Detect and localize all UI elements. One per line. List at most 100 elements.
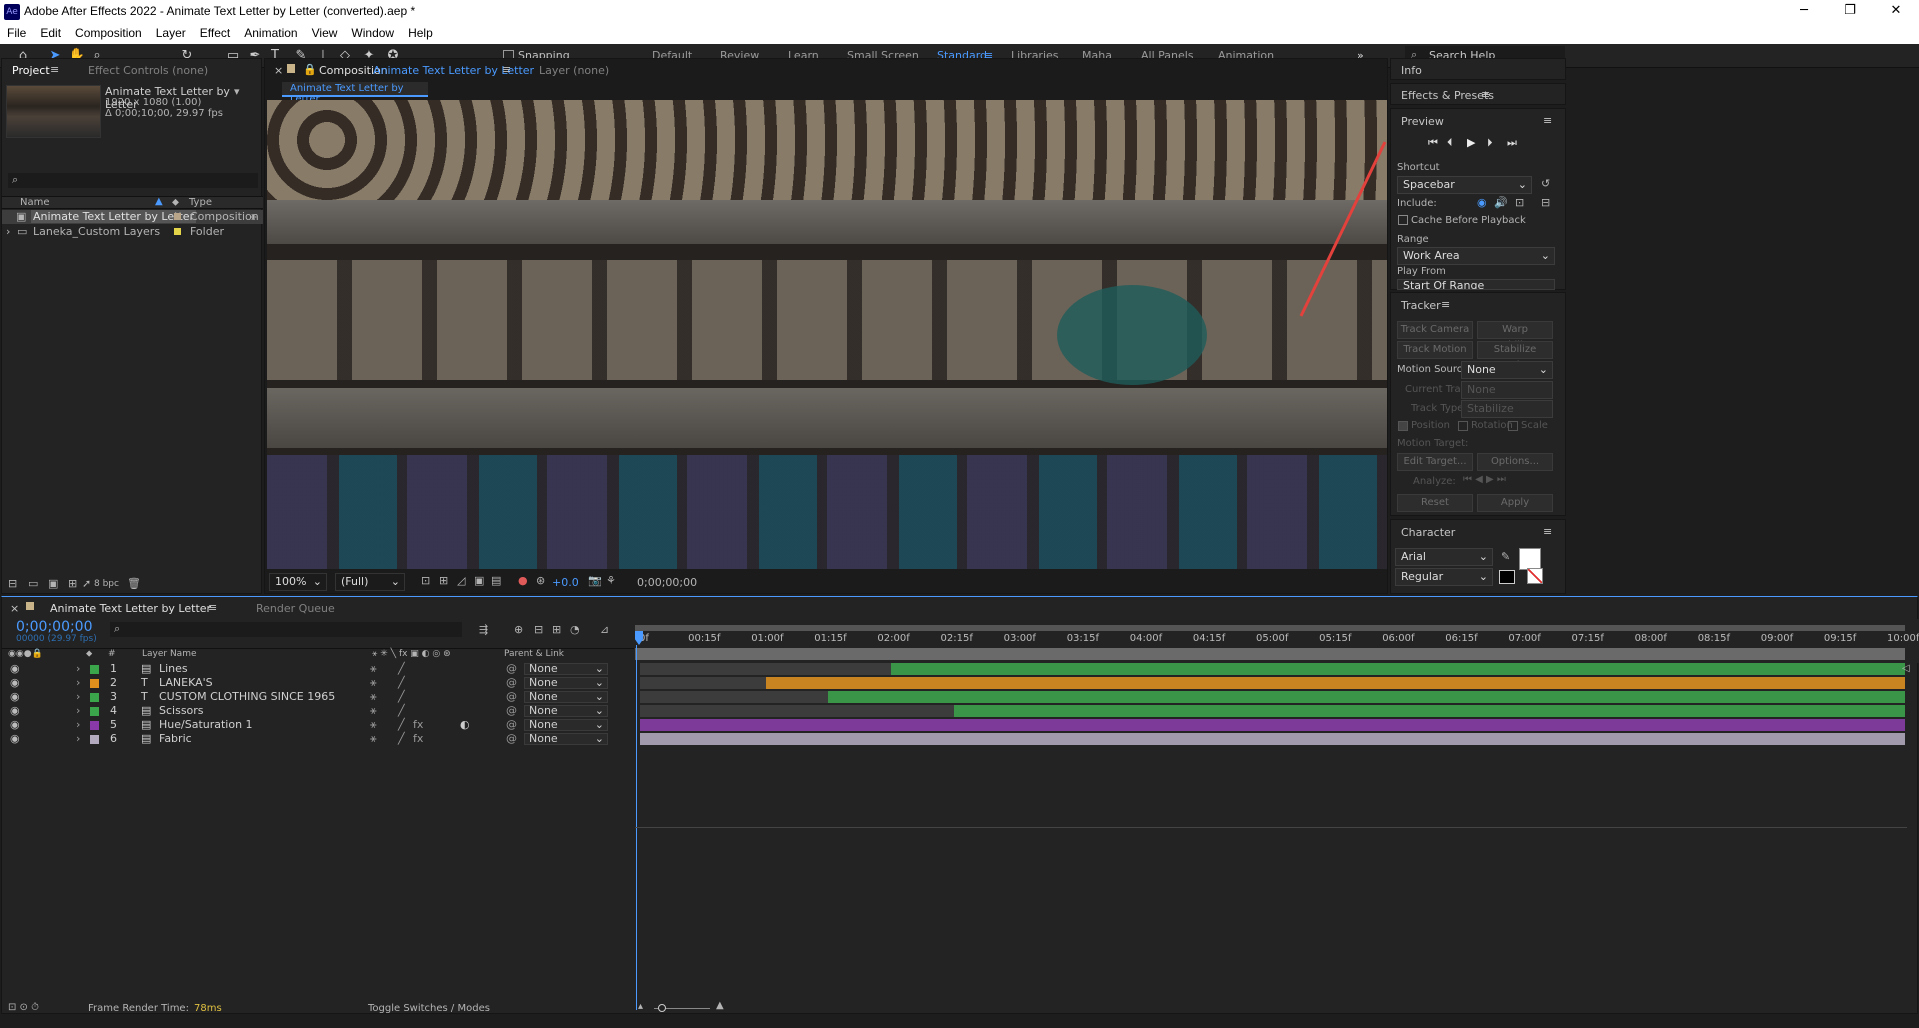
layer-label-swatch[interactable]	[90, 665, 99, 674]
shy-switch-icon[interactable]: ⚹	[370, 732, 377, 746]
tab-render-queue[interactable]: Render Queue	[256, 602, 335, 615]
project-menu-icon[interactable]: ≡	[50, 63, 59, 76]
scale-checkbox[interactable]	[1508, 421, 1518, 431]
close-tab-icon[interactable]: ×	[274, 64, 283, 77]
trash-icon[interactable]: 🗑	[127, 577, 141, 590]
edit-target-button[interactable]: Edit Target...	[1397, 453, 1473, 471]
layer-name-header[interactable]: Layer Name	[142, 649, 197, 659]
apply-button[interactable]: Apply	[1477, 494, 1553, 512]
comp-menu-icon[interactable]: ≡	[502, 63, 511, 76]
prev-frame-icon[interactable]: ⏴	[1447, 136, 1453, 150]
draft-3d-icon[interactable]: ⊕	[514, 623, 523, 636]
comp-info-dropdown-icon[interactable]: ▾	[234, 85, 240, 98]
bpc-label[interactable]: 8 bpc	[94, 579, 119, 589]
parent-link-header[interactable]: Parent & Link	[504, 649, 564, 659]
frame-blending-icon[interactable]: ⊞	[552, 623, 561, 636]
layer-row[interactable]: ◉ › 2 T LANEKA'S ⚹ ╱ @ None ⌄	[2, 676, 608, 690]
shy-layers-icon[interactable]: ⊟	[534, 623, 543, 636]
tab-project[interactable]: Project	[12, 64, 50, 77]
expand-layer-chevron-icon[interactable]: ›	[76, 704, 80, 718]
tab-preview[interactable]: Preview	[1401, 115, 1444, 128]
col-name-header[interactable]: Name	[20, 197, 50, 208]
reset-shortcut-icon[interactable]: ↺	[1541, 177, 1550, 190]
menu-edit[interactable]: Edit	[33, 24, 68, 42]
fill-color-swatch[interactable]	[1519, 548, 1541, 570]
quality-switch-icon[interactable]: ╱	[398, 704, 405, 718]
pickwhip-icon[interactable]: @	[506, 690, 517, 704]
render-queue-icon[interactable]: ➚	[82, 577, 91, 590]
layer-name[interactable]: Fabric	[159, 732, 192, 746]
exposure-value[interactable]: +0.0	[552, 576, 579, 589]
layer-duration-bar[interactable]	[765, 677, 1905, 689]
font-family-select[interactable]: Arial ⌄	[1395, 548, 1493, 566]
tab-info[interactable]: Info	[1401, 64, 1422, 77]
eye-visibility-icon[interactable]: ◉	[10, 690, 20, 704]
eye-visibility-icon[interactable]: ◉	[10, 732, 20, 746]
guides-icon[interactable]: ▣	[474, 574, 484, 587]
stroke-color-swatch[interactable]	[1499, 570, 1515, 584]
layer-row[interactable]: ◉ › 5 ▤ Hue/Saturation 1 ⚹ ╱ fx ◐ @ None ⌄	[2, 718, 608, 732]
layer-name[interactable]: CUSTOM CLOTHING SINCE 1965	[159, 690, 335, 704]
no-stroke-swatch[interactable]	[1527, 568, 1543, 584]
quality-switch-icon[interactable]: ╱	[398, 662, 405, 676]
parent-select[interactable]: None ⌄	[524, 733, 608, 745]
project-item-row[interactable]: ▣ Animate Text Letter by Letter Composit…	[2, 210, 263, 224]
expand-layer-chevron-icon[interactable]: ›	[76, 690, 80, 704]
tab-tracker[interactable]: Tracker	[1401, 299, 1441, 312]
quality-switch-icon[interactable]: ╱	[398, 732, 405, 746]
comp-viewer[interactable]	[267, 100, 1387, 569]
toggle-switches-modes[interactable]: Toggle Switches / Modes	[368, 1003, 490, 1014]
motion-source-select[interactable]: None ⌄	[1461, 361, 1553, 379]
layer-label-swatch[interactable]	[90, 735, 99, 744]
reset-button[interactable]: Reset	[1397, 494, 1473, 512]
tracker-menu-icon[interactable]: ≡	[1441, 298, 1450, 311]
parent-select[interactable]: None ⌄	[524, 705, 608, 717]
include-overlays-icon[interactable]: ⊡	[1515, 196, 1524, 209]
comp-flow-tab[interactable]: Animate Text Letter by Letter	[282, 82, 428, 105]
menu-layer[interactable]: Layer	[149, 24, 193, 42]
eyedropper-icon[interactable]: ✎	[1501, 550, 1510, 563]
play-icon[interactable]: ▶	[1467, 136, 1475, 149]
eye-visibility-icon[interactable]: ◉	[10, 662, 20, 676]
col-type-header[interactable]: Type	[189, 197, 212, 208]
timeline-menu-icon[interactable]: ≡	[208, 601, 217, 614]
zoom-select[interactable]: 100% ⌄	[269, 573, 327, 591]
adjust-project-icon[interactable]: ⊞	[68, 577, 77, 590]
snapshot-camera-icon[interactable]: 📷	[588, 574, 602, 587]
shy-switch-icon[interactable]: ⚹	[370, 704, 377, 718]
menu-file[interactable]: File	[0, 24, 33, 42]
include-layer-controls-icon[interactable]: ⊟	[1541, 196, 1550, 209]
track-camera-button[interactable]: Track Camera	[1397, 321, 1473, 339]
layer-duration-bar[interactable]	[954, 705, 1905, 717]
eye-visibility-icon[interactable]: ◉	[10, 676, 20, 690]
layer-row[interactable]: ◉ › 4 ▤ Scissors ⚹ ╱ @ None ⌄	[2, 704, 608, 718]
layer-duration-bar[interactable]	[891, 663, 1905, 675]
channels-icon[interactable]: ▤	[491, 574, 501, 587]
quality-switch-icon[interactable]: ╱	[398, 690, 405, 704]
pickwhip-icon[interactable]: @	[506, 704, 517, 718]
resolution-select[interactable]: (Full) ⌄	[335, 573, 405, 591]
layer-row[interactable]: ◉ › 3 T CUSTOM CLOTHING SINCE 1965 ⚹ ╱ @ None ⌄	[2, 690, 608, 704]
font-style-select[interactable]: Regular ⌄	[1395, 568, 1493, 586]
pickwhip-icon[interactable]: @	[506, 718, 517, 732]
fx-switch-icon[interactable]: fx	[413, 718, 423, 732]
adjustment-layer-icon[interactable]: ◐	[460, 718, 470, 732]
expand-chevron-icon[interactable]: ›	[6, 225, 10, 238]
tab-layer[interactable]: Layer (none)	[539, 64, 609, 77]
maximize-icon[interactable]: ❐	[1827, 0, 1873, 24]
warp-stabilizer-button[interactable]: Warp Stabilizer	[1477, 321, 1553, 351]
eye-visibility-icon[interactable]: ◉	[10, 718, 20, 732]
quality-switch-icon[interactable]: ╱	[398, 676, 405, 690]
motion-blur-icon[interactable]: ◔	[570, 623, 580, 636]
cache-checkbox[interactable]	[1398, 215, 1408, 225]
time-ruler[interactable]: 0f 00:15f 01:00f 01:15f 02:00f 02:15f 03:00f 03…	[635, 619, 1919, 663]
close-tab-icon[interactable]: ×	[10, 602, 19, 615]
zoom-in-icon[interactable]: ▲	[716, 1000, 724, 1011]
comp-lock-icon[interactable]: 🔒	[303, 63, 317, 76]
expand-layer-chevron-icon[interactable]: ›	[76, 676, 80, 690]
layer-duration-bar[interactable]	[640, 733, 1905, 745]
zoom-out-icon[interactable]: ▴	[638, 1001, 643, 1012]
close-icon[interactable]: ✕	[1873, 0, 1919, 24]
tab-character[interactable]: Character	[1401, 526, 1455, 539]
minimize-icon[interactable]: ─	[1781, 0, 1827, 24]
